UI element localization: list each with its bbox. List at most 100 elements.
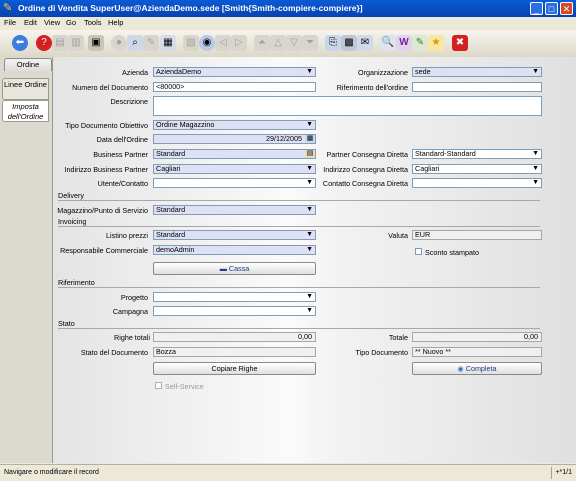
favorite-icon[interactable]: ★	[428, 35, 444, 51]
progetto-select[interactable]: ▼	[153, 292, 316, 302]
first-icon[interactable]: ⏶	[254, 35, 270, 51]
sconto-stampato-checkbox[interactable]	[415, 248, 422, 255]
label-descrizione: Descrizione	[110, 97, 148, 106]
numero-documento-input[interactable]: <80000>	[153, 82, 316, 92]
label-tipo-documento-obiettivo: Tipo Documento Obiettivo	[65, 121, 148, 130]
self-service-checkbox[interactable]	[155, 382, 162, 389]
title-bar: ✎ Ordine di Vendita SuperUser@AziendaDem…	[0, 0, 576, 17]
zoom-icon[interactable]: ⎘	[325, 35, 341, 51]
up-icon[interactable]: △	[270, 35, 286, 51]
tree-icon[interactable]: ✎	[412, 35, 428, 51]
label-riferimento-ordine: Riferimento dell'ordine	[336, 83, 408, 92]
menu-help[interactable]: Help	[108, 18, 123, 27]
partner-consegna-select[interactable]: Standard-Standard ▼	[412, 149, 542, 159]
tab-imposta-ordine[interactable]: Imposta dell'Ordine	[2, 100, 49, 122]
business-partner-input[interactable]: Standard ▤	[153, 149, 316, 159]
label-utente-contatto: Utente/Contatto	[97, 179, 148, 188]
organizzazione-select[interactable]: sede ▼	[412, 67, 542, 77]
new-icon[interactable]: ▤	[52, 35, 68, 51]
minimize-button[interactable]: _	[530, 2, 543, 15]
save-icon[interactable]: ▣	[88, 35, 104, 51]
label-self-service: Self-Service	[165, 382, 204, 391]
righe-totali-field: 0,00	[153, 332, 316, 342]
report-icon[interactable]: ▧	[183, 35, 199, 51]
label-sconto-stampato: Sconto stampato	[425, 248, 479, 257]
label-business-partner: Business Partner	[93, 150, 148, 159]
section-riferimento: Riferimento	[58, 278, 95, 287]
product-info-icon[interactable]: 🔍	[380, 35, 396, 51]
data-ordine-input[interactable]: 29/12/2005 ▦	[153, 134, 316, 144]
responsabile-select[interactable]: demoAdmin ▼	[153, 245, 316, 255]
attachment-icon[interactable]: ✎	[143, 35, 159, 51]
divider	[58, 200, 540, 201]
tab-ordine[interactable]: Ordine	[4, 58, 52, 71]
down-icon[interactable]: ▽	[286, 35, 302, 51]
divider	[58, 287, 540, 288]
record-indicator: +*1/1	[555, 469, 572, 476]
last-icon[interactable]: ⏷	[302, 35, 318, 51]
indirizzo-bp-select[interactable]: Cagliari ▼	[153, 164, 316, 174]
label-progetto: Progetto	[120, 293, 148, 302]
stato-documento-field: Bozza	[153, 347, 316, 357]
label-organizzazione: Organizzazione	[358, 68, 408, 77]
maximize-button[interactable]: □	[545, 2, 558, 15]
calendar-icon[interactable]: ▦	[305, 135, 315, 143]
valuta-field: EUR	[412, 230, 542, 240]
magazzino-select[interactable]: Standard ▼	[153, 205, 316, 215]
label-listino-prezzi: Listino prezzi	[106, 231, 148, 240]
menu-file[interactable]: File	[4, 18, 16, 27]
toolbar: ⬅ ? ▤ ▥ ▣ ● ⌕ ✎ ▦ ▧ ◉ ◁ ▷ ⏶ △ ▽ ⏷ ⎘ ▩ ✉ …	[0, 30, 576, 58]
label-contatto-consegna: Contatto Consegna Diretta	[322, 179, 408, 188]
descrizione-input[interactable]	[153, 96, 542, 116]
menu-view[interactable]: View	[44, 18, 60, 27]
section-invoicing: Invoicing	[58, 217, 87, 226]
utente-contatto-select[interactable]: ▼	[153, 178, 316, 188]
label-indirizzo-bp: Indirizzo Business Partner	[64, 165, 149, 174]
campagna-select[interactable]: ▼	[153, 306, 316, 316]
copiare-righe-button[interactable]: Copiare Righe	[153, 362, 316, 375]
menu-tools[interactable]: Tools	[84, 18, 102, 27]
indirizzo-consegna-select[interactable]: Cagliari ▼	[412, 164, 542, 174]
close-button[interactable]: ✕	[560, 2, 573, 15]
riferimento-ordine-input[interactable]	[412, 82, 542, 92]
label-valuta: Valuta	[388, 231, 408, 240]
tipo-documento-obiettivo-select[interactable]: Ordine Magazzino ▼	[153, 120, 316, 130]
listino-prezzi-select[interactable]: Standard ▼	[153, 230, 316, 240]
cassa-button[interactable]: ▬ Cassa	[153, 262, 316, 275]
azienda-select[interactable]: AziendaDemo ▼	[153, 67, 316, 77]
archive-icon[interactable]: ▩	[341, 35, 357, 51]
label-magazzino: Magazzino/Punto di Servizio	[57, 206, 148, 215]
label-numero-documento: Numero del Documento	[72, 83, 148, 92]
find-icon[interactable]: ⌕	[127, 35, 143, 51]
requests-icon[interactable]: ✉	[357, 35, 373, 51]
form-panel	[53, 57, 576, 463]
history-icon[interactable]: ▦	[160, 35, 176, 51]
back-icon[interactable]: ⬅	[12, 35, 28, 51]
label-partner-consegna: Partner Consegna Diretta	[326, 150, 408, 159]
label-stato-documento: Stato del Documento	[80, 348, 148, 357]
menu-edit[interactable]: Edit	[24, 18, 37, 27]
label-righe-totali: Righe totali	[114, 333, 150, 342]
label-azienda: Azienda	[122, 68, 148, 77]
print-icon[interactable]: ◉	[199, 35, 215, 51]
status-message: Navigare o modificare il record	[4, 469, 99, 476]
section-stato: Stato	[58, 319, 75, 328]
menu-bar: File Edit View Go Tools Help	[0, 17, 576, 29]
status-bar: Navigare o modificare il record +*1/1	[0, 464, 576, 481]
previous-icon[interactable]: ◁	[215, 35, 231, 51]
tipo-documento-field: ** Nuovo **	[412, 347, 542, 357]
refresh-icon[interactable]: ●	[111, 35, 127, 51]
divider	[58, 328, 540, 329]
exit-icon[interactable]: ✖	[452, 35, 468, 51]
window-title: Ordine di Vendita SuperUser@AziendaDemo.…	[18, 3, 363, 13]
divider	[58, 226, 540, 227]
contatto-consegna-select[interactable]: ▼	[412, 178, 542, 188]
delete-icon[interactable]: ▥	[68, 35, 84, 51]
next-icon[interactable]: ▷	[231, 35, 247, 51]
cash-icon: ▬	[219, 264, 229, 273]
menu-go[interactable]: Go	[66, 18, 76, 27]
help-icon[interactable]: ?	[36, 35, 52, 51]
completa-button[interactable]: ◉ Completa	[412, 362, 542, 375]
workflow-icon[interactable]: W	[396, 35, 412, 51]
label-tipo-documento: Tipo Documento	[355, 348, 408, 357]
